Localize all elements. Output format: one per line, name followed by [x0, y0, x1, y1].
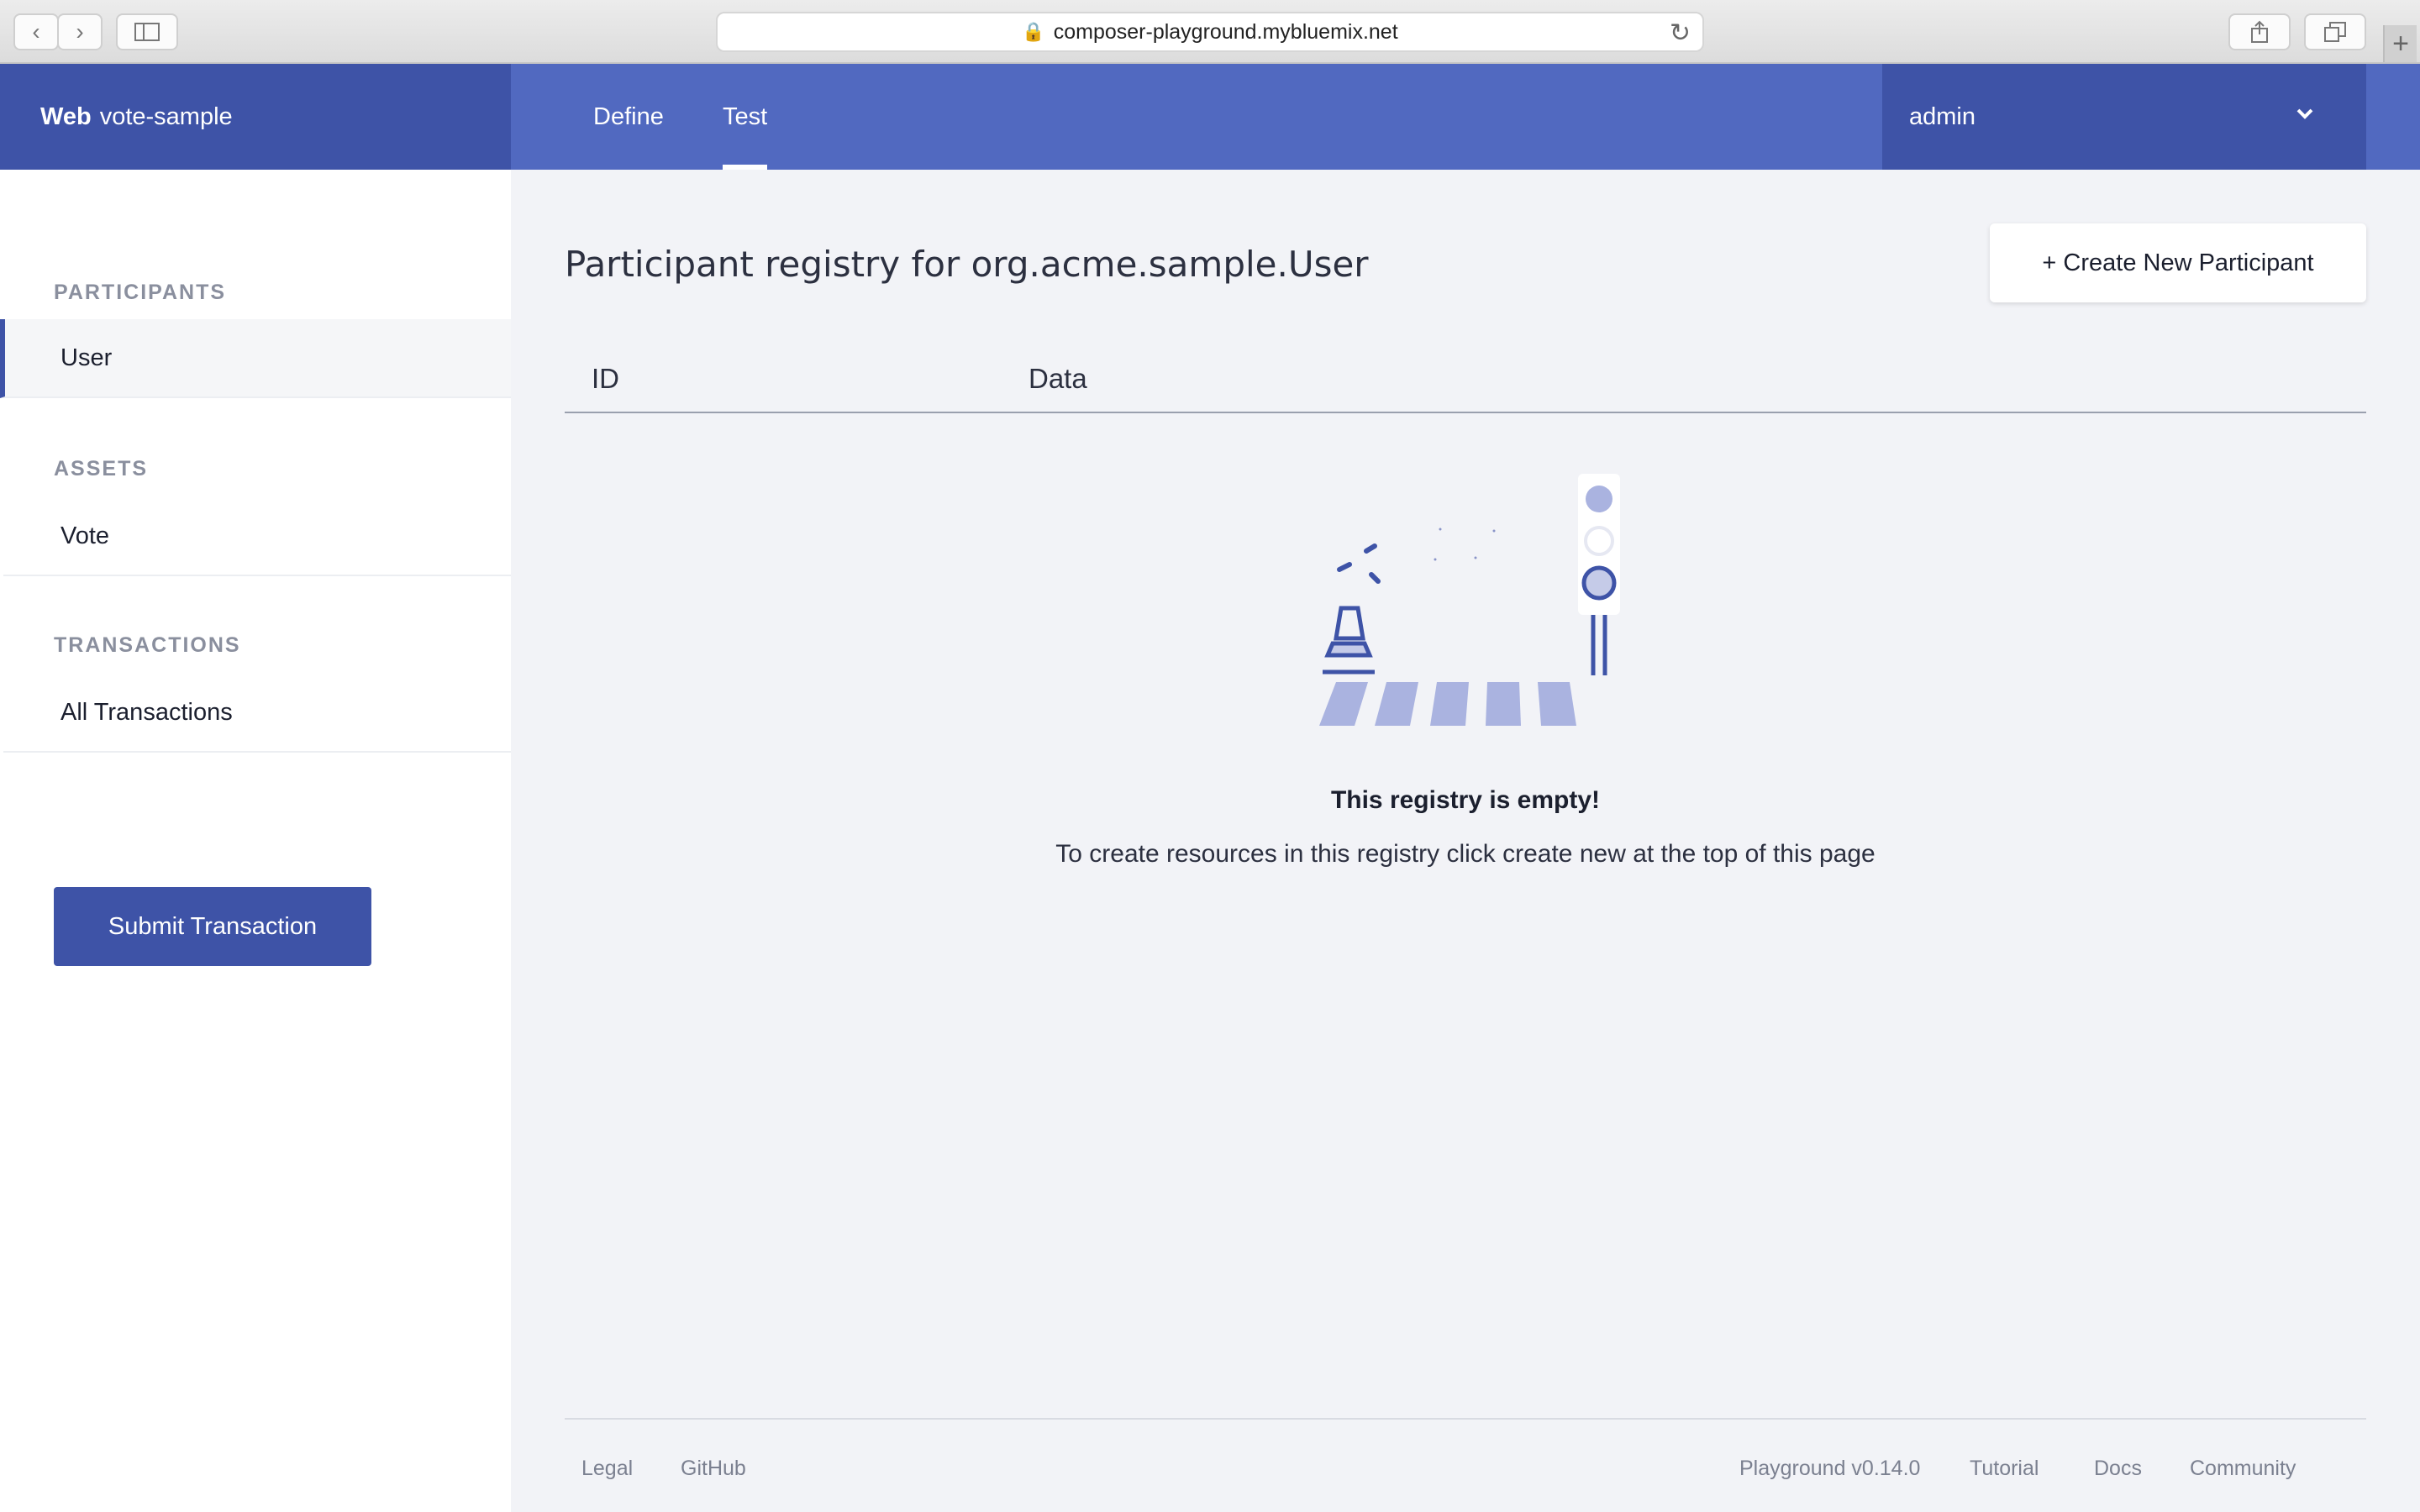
- tab-test[interactable]: Test: [723, 64, 768, 170]
- footer: Legal GitHub Playground v0.14.0 Tutorial…: [565, 1418, 2366, 1512]
- tab-define-label: Define: [593, 102, 664, 130]
- footer-link-legal[interactable]: Legal: [581, 1457, 633, 1481]
- column-data: Data: [1028, 363, 1087, 394]
- brand[interactable]: Web vote-sample: [0, 64, 511, 170]
- brand-strong: Web: [40, 102, 92, 130]
- sidebar-icon: [134, 23, 160, 41]
- footer-link-docs[interactable]: Docs: [2094, 1457, 2142, 1481]
- reload-icon[interactable]: ↻: [1670, 18, 1691, 48]
- url-text: composer-playground.mybluemix.net: [1053, 19, 1398, 44]
- tab-define[interactable]: Define: [593, 64, 664, 170]
- sidebar: PARTICIPANTS User ASSETS Vote TRANSACTIO…: [0, 170, 511, 1512]
- chevron-down-icon: [2296, 108, 2313, 119]
- share-button[interactable]: [2228, 13, 2291, 50]
- section-heading-participants: PARTICIPANTS: [54, 281, 227, 304]
- sidebar-item-all-transactions[interactable]: All Transactions: [3, 674, 511, 753]
- identity-dropdown[interactable]: admin: [1882, 64, 2366, 170]
- submit-transaction-button[interactable]: Submit Transaction: [54, 887, 371, 966]
- sidebar-toggle-button[interactable]: [116, 13, 178, 50]
- sidebar-item-user[interactable]: User: [0, 319, 511, 398]
- table-header: ID Data: [565, 353, 2366, 413]
- plus-icon: +: [2392, 27, 2409, 60]
- back-button[interactable]: ‹: [13, 13, 59, 50]
- identity-name: admin: [1909, 102, 1975, 130]
- footer-link-github[interactable]: GitHub: [681, 1457, 746, 1481]
- business-network-name: vote-sample: [99, 102, 233, 130]
- column-id: ID: [592, 363, 619, 394]
- create-new-participant-button[interactable]: + Create New Participant: [1990, 223, 2366, 302]
- tabs-button[interactable]: [2304, 13, 2366, 50]
- tabs-icon: [2324, 22, 2346, 42]
- section-heading-assets: ASSETS: [54, 457, 149, 480]
- section-heading-transactions: TRANSACTIONS: [54, 633, 241, 657]
- app-header: Web vote-sample Define Test admin: [0, 64, 2420, 170]
- tab-test-label: Test: [723, 102, 768, 130]
- empty-registry-title: This registry is empty!: [1330, 786, 1601, 814]
- sidebar-item-label: Vote: [60, 522, 110, 549]
- new-tab-button[interactable]: +: [2383, 25, 2417, 62]
- chevron-right-icon: ›: [76, 18, 84, 45]
- footer-link-tutorial[interactable]: Tutorial: [1970, 1457, 2039, 1481]
- lock-icon: 🔒: [1022, 21, 1045, 42]
- empty-registry-illustration: [1319, 474, 1620, 726]
- address-bar[interactable]: 🔒 composer-playground.mybluemix.net ↻: [716, 12, 1704, 52]
- browser-toolbar: ‹ › 🔒 composer-playground.mybluemix.net …: [0, 0, 2420, 64]
- sidebar-item-label: All Transactions: [60, 698, 233, 726]
- playground-version: Playground v0.14.0: [1739, 1457, 1921, 1480]
- share-icon: [2251, 20, 2268, 43]
- forward-button[interactable]: ›: [57, 13, 103, 50]
- sidebar-item-vote[interactable]: Vote: [3, 497, 511, 576]
- footer-link-community[interactable]: Community: [2190, 1457, 2296, 1481]
- sidebar-item-label: User: [60, 344, 113, 371]
- chevron-left-icon: ‹: [32, 18, 40, 45]
- page-title: Participant registry for org.acme.sample…: [565, 244, 1369, 285]
- empty-registry-message: To create resources in this registry cli…: [1055, 840, 1876, 868]
